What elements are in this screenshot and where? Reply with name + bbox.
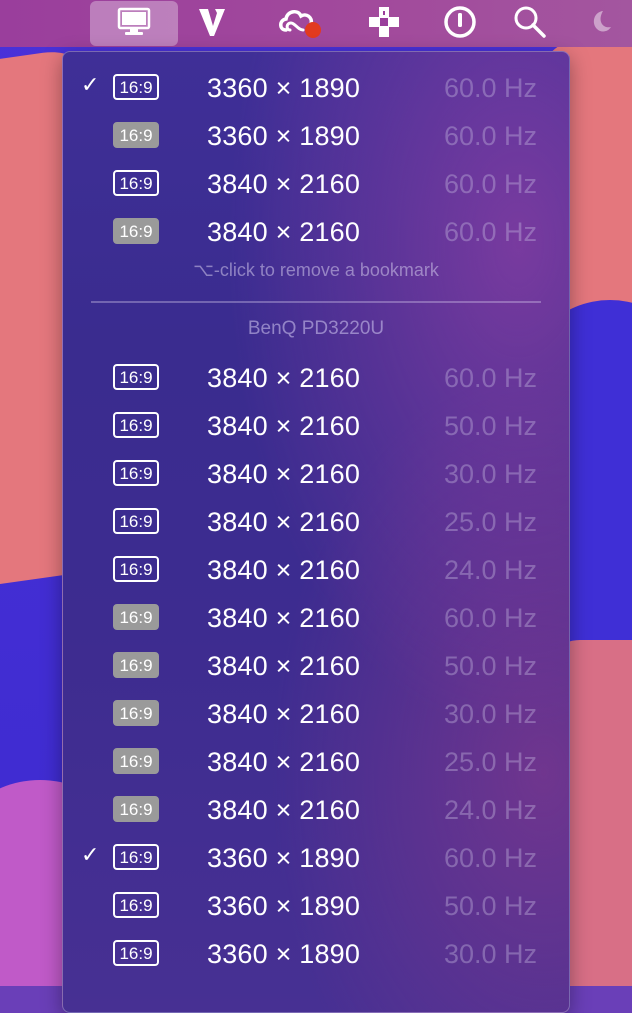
aspect-ratio-badge: 16:9 [113,604,159,630]
game-controller-menu-extra[interactable] [354,2,414,46]
refresh-rate-label: 30.0 Hz [443,699,537,729]
aspect-ratio-badge: 16:9 [113,556,159,582]
bookmark-menu-item[interactable]: ✓ 16:9 3360 × 1890 60.0 Hz [63,64,569,112]
refresh-rate-label: 60.0 Hz [443,73,537,103]
do-not-disturb-button[interactable] [568,2,628,46]
refresh-rate-label: 60.0 Hz [443,363,537,393]
refresh-rate-label: 30.0 Hz [443,459,537,489]
resolution-label: 3840 × 2160 [207,795,361,825]
aspect-ratio-badge: 16:9 [113,74,159,100]
refresh-rate-label: 60.0 Hz [443,169,537,199]
aspect-ratio-badge: 16:9 [113,796,159,822]
resolution-label: 3840 × 2160 [207,555,361,585]
resolution-label: 3840 × 2160 [207,363,361,393]
aspect-ratio-badge: 16:9 [113,412,159,438]
refresh-rate-label: 25.0 Hz [443,747,537,777]
display-mode-menu-item[interactable]: 16:9 3840 × 2160 24.0 Hz [63,546,569,594]
power-icon [442,4,478,44]
v-app-menu-extra[interactable] [182,2,242,46]
display-mode-menu-item[interactable]: ✓ 16:9 3360 × 1890 60.0 Hz [63,834,569,882]
aspect-ratio-badge: 16:9 [113,364,159,390]
bookmark-menu-item[interactable]: 16:9 3840 × 2160 60.0 Hz [63,160,569,208]
aspect-ratio-badge: 16:9 [113,892,159,918]
resolution-label: 3840 × 2160 [207,603,361,633]
checkmark-icon: ✓ [81,73,100,98]
resolution-label: 3360 × 1890 [207,939,361,969]
bookmark-menu-item[interactable]: 16:9 3840 × 2160 60.0 Hz [63,208,569,256]
refresh-rate-label: 50.0 Hz [443,891,537,921]
aspect-ratio-badge: 16:9 [113,122,159,148]
resolution-label: 3840 × 2160 [207,169,361,199]
display-mode-menu-item[interactable]: 16:9 3360 × 1890 50.0 Hz [63,882,569,930]
aspect-ratio-badge: 16:9 [113,700,159,726]
resolution-label: 3840 × 2160 [207,699,361,729]
v-app-icon [197,6,227,42]
display-mode-menu-item[interactable]: 16:9 3840 × 2160 25.0 Hz [63,498,569,546]
display-mode-menu-item[interactable]: 16:9 3360 × 1890 30.0 Hz [63,930,569,978]
refresh-rate-label: 60.0 Hz [443,843,537,873]
display-menu-extra[interactable] [90,1,178,46]
display-mode-menu-item[interactable]: 16:9 3840 × 2160 25.0 Hz [63,738,569,786]
resolution-label: 3360 × 1890 [207,73,361,103]
aspect-ratio-badge: 16:9 [113,940,159,966]
aspect-ratio-badge: 16:9 [113,460,159,486]
power-menu-extra[interactable] [430,2,490,46]
menu-bar [0,0,632,47]
resolution-label: 3360 × 1890 [207,121,361,151]
resolution-label: 3840 × 2160 [207,651,361,681]
resolution-label: 3840 × 2160 [207,507,361,537]
display-resolution-menu: ⌥-click to remove a bookmark BenQ PD3220… [62,51,570,1013]
refresh-rate-label: 50.0 Hz [443,411,537,441]
game-controller-icon [366,4,402,44]
creative-cloud-menu-extra[interactable] [270,2,330,46]
monitor-section-title: BenQ PD3220U [247,318,385,339]
creative-cloud-icon [276,4,324,44]
refresh-rate-label: 60.0 Hz [443,217,537,247]
bookmark-menu-item[interactable]: 16:9 3360 × 1890 60.0 Hz [63,112,569,160]
bookmark-hint-text: ⌥-click to remove a bookmark [193,260,439,280]
moon-icon [583,7,613,41]
resolution-label: 3840 × 2160 [207,411,361,441]
search-icon [512,4,548,44]
checkmark-icon: ✓ [81,843,100,868]
resolution-label: 3840 × 2160 [207,459,361,489]
resolution-label: 3840 × 2160 [207,747,361,777]
display-mode-menu-item[interactable]: 16:9 3840 × 2160 30.0 Hz [63,690,569,738]
aspect-ratio-badge: 16:9 [113,170,159,196]
display-mode-menu-item[interactable]: 16:9 3840 × 2160 60.0 Hz [63,594,569,642]
refresh-rate-label: 24.0 Hz [443,555,537,585]
refresh-rate-label: 50.0 Hz [443,651,537,681]
display-mode-menu-item[interactable]: 16:9 3840 × 2160 60.0 Hz [63,354,569,402]
refresh-rate-label: 60.0 Hz [443,603,537,633]
display-mode-menu-item[interactable]: 16:9 3840 × 2160 30.0 Hz [63,450,569,498]
display-icon [116,7,152,41]
refresh-rate-label: 30.0 Hz [443,939,537,969]
resolution-label: 3840 × 2160 [207,217,361,247]
refresh-rate-label: 24.0 Hz [443,795,537,825]
display-mode-menu-item[interactable]: 16:9 3840 × 2160 50.0 Hz [63,402,569,450]
aspect-ratio-badge: 16:9 [113,652,159,678]
aspect-ratio-badge: 16:9 [113,508,159,534]
aspect-ratio-badge: 16:9 [113,748,159,774]
aspect-ratio-badge: 16:9 [113,218,159,244]
spotlight-search-button[interactable] [500,2,560,46]
refresh-rate-label: 25.0 Hz [443,507,537,537]
resolution-label: 3360 × 1890 [207,891,361,921]
aspect-ratio-badge: 16:9 [113,844,159,870]
display-mode-menu-item[interactable]: 16:9 3840 × 2160 24.0 Hz [63,786,569,834]
menu-separator [91,301,541,303]
resolution-label: 3360 × 1890 [207,843,361,873]
refresh-rate-label: 60.0 Hz [443,121,537,151]
display-mode-menu-item[interactable]: 16:9 3840 × 2160 50.0 Hz [63,642,569,690]
